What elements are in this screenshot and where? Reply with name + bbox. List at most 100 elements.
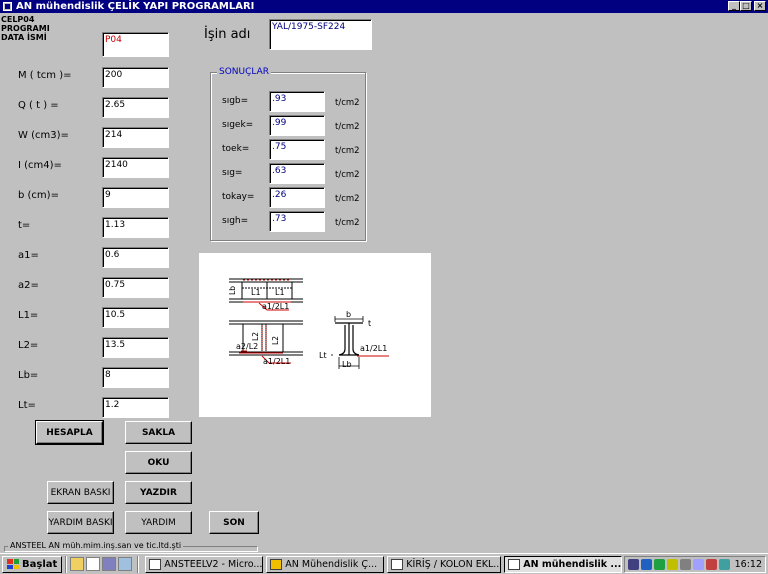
save-button[interactable]: SAKLA — [125, 421, 192, 444]
result-sigek: .99 — [269, 115, 325, 136]
input-label-l1: L1= — [18, 310, 39, 321]
dim-b: b — [346, 310, 352, 319]
task-label-ansteelv2: ANSTEELV2 - Micro... — [164, 558, 263, 570]
tray-tr-icon[interactable] — [641, 559, 652, 570]
app-window-icon — [508, 558, 521, 570]
input-label-lt: Lt= — [18, 400, 36, 411]
input-label-i: I (cm4)= — [18, 160, 62, 171]
dim-lb-section: Lb — [342, 360, 352, 369]
input-l2[interactable]: 13.5 — [102, 337, 169, 358]
input-label-q: Q ( t ) = — [18, 100, 59, 111]
program-label: PROGRAMI — [1, 24, 50, 33]
input-m[interactable]: 200 — [102, 67, 169, 88]
exit-button[interactable]: SON — [209, 511, 259, 534]
result-toek: .75 — [269, 139, 325, 160]
read-button[interactable]: OKU — [125, 451, 192, 474]
job-name-label: İşin adı — [204, 27, 251, 42]
windows-logo-icon — [7, 559, 19, 569]
minimize-button[interactable]: _ — [728, 1, 740, 11]
system-tray: 16:12 — [624, 556, 766, 573]
program-code-label: CELP04 — [1, 15, 35, 24]
input-a1[interactable]: 0.6 — [102, 247, 169, 268]
input-label-lb: Lb= — [18, 370, 39, 381]
screen-print-button[interactable]: EKRAN BASKI — [47, 481, 114, 504]
dim-t: t — [368, 319, 372, 328]
dim-lb: Lb — [227, 286, 237, 295]
print-button[interactable]: YAZDIR — [125, 481, 192, 504]
input-b[interactable]: 9 — [102, 187, 169, 208]
job-name-field[interactable]: YAL/1975-SF224 — [269, 19, 372, 50]
start-button[interactable]: Başlat — [2, 555, 63, 573]
sun-icon — [270, 558, 283, 570]
input-a2[interactable]: 0.75 — [102, 277, 169, 298]
result-label-tokay: tokay= — [222, 192, 255, 202]
input-w[interactable]: 214 — [102, 127, 169, 148]
result-unit-sigek: t/cm2 — [335, 122, 360, 132]
task-kiris-kolon[interactable]: KİRİŞ / KOLON EKL... — [387, 555, 502, 573]
input-label-a2: a2= — [18, 280, 39, 291]
dim-a1-bottom: a1/2L1 — [263, 357, 291, 366]
input-label-w: W (cm3)= — [18, 130, 69, 141]
start-label: Başlat — [22, 558, 58, 570]
result-unit-sigb: t/cm2 — [335, 98, 360, 108]
result-tokay: .26 — [269, 187, 325, 208]
result-label-sigh: sıgh= — [222, 216, 249, 226]
results-title: SONUÇLAR — [217, 67, 272, 77]
result-unit-tokay: t/cm2 — [335, 194, 360, 204]
result-label-toek: toek= — [222, 144, 250, 154]
task-an-muhendislik-active[interactable]: AN mühendislik ... — [504, 555, 623, 573]
input-label-a1: a1= — [18, 250, 39, 261]
quicklaunch-channels-icon[interactable] — [118, 557, 133, 571]
tray-app-icon[interactable] — [693, 559, 704, 570]
input-label-t: t= — [18, 220, 31, 231]
tray-globe-icon[interactable] — [654, 559, 665, 570]
window-title: AN mühendislik ÇELİK YAPI PROGRAMLARI — [16, 1, 255, 12]
input-l1[interactable]: 10.5 — [102, 307, 169, 328]
beam-diagram-drawing — [229, 278, 389, 369]
input-i[interactable]: 2140 — [102, 157, 169, 178]
input-label-b: b (cm)= — [18, 190, 59, 201]
result-unit-toek: t/cm2 — [335, 146, 360, 156]
dim-a1-top: a1/2L1 — [262, 302, 290, 311]
task-ansteelv2[interactable]: ANSTEELV2 - Micro... — [145, 555, 264, 573]
dim-a2: a2/L2 — [236, 342, 259, 351]
clock[interactable]: 16:12 — [735, 559, 762, 570]
result-label-sigb: sıgb= — [222, 96, 249, 106]
dim-l1-left: L1 — [251, 288, 261, 297]
quicklaunch-ie-icon[interactable] — [70, 557, 85, 571]
input-q[interactable]: 2.65 — [102, 97, 169, 118]
result-label-sig: sıg= — [222, 168, 243, 178]
app-icon[interactable] — [3, 2, 12, 11]
input-label-m: M ( tcm )= — [18, 70, 72, 81]
word-icon — [149, 558, 162, 570]
result-label-sigek: sıgek= — [222, 120, 254, 130]
help-print-button[interactable]: YARDIM BASKI — [47, 511, 114, 534]
dim-a1-right: a1/2L1 — [360, 344, 388, 353]
dim-l1-right: L1 — [275, 288, 285, 297]
maximize-button[interactable]: □ — [740, 1, 752, 11]
result-sigh: .73 — [269, 211, 325, 232]
data-name-field[interactable]: P04 — [102, 32, 169, 57]
taskbar-separator-2 — [137, 555, 140, 573]
status-bar: ANSTEEL AN müh.mim.inş.san ve tic.ltd.şt… — [0, 541, 768, 553]
taskbar-separator — [65, 555, 68, 573]
close-button[interactable]: × — [754, 1, 766, 11]
task-an-muhendislik-c[interactable]: AN Mühendislik Ç... — [266, 555, 385, 573]
document-icon — [391, 558, 404, 570]
tray-speaker-icon[interactable] — [680, 559, 691, 570]
dim-l2-right: L2 — [270, 336, 280, 345]
input-lt[interactable]: 1.2 — [102, 397, 169, 418]
input-t[interactable]: 1.13 — [102, 217, 169, 238]
tray-display-icon[interactable] — [719, 559, 730, 570]
dim-l2-left: L2 — [250, 332, 260, 341]
help-button[interactable]: YARDIM — [125, 511, 192, 534]
task-label-an-muhendislik-c: AN Mühendislik Ç... — [285, 558, 378, 570]
quicklaunch-outlook-icon[interactable] — [86, 557, 101, 571]
calculate-button[interactable]: HESAPLA — [35, 420, 104, 445]
tray-network-icon[interactable] — [667, 559, 678, 570]
tray-monitor-icon[interactable] — [628, 559, 639, 570]
tray-scheduler-icon[interactable] — [706, 559, 717, 570]
taskbar: Başlat ANSTEELV2 - Micro... AN Mühendisl… — [0, 553, 768, 574]
quicklaunch-desktop-icon[interactable] — [102, 557, 117, 571]
input-lb[interactable]: 8 — [102, 367, 169, 388]
